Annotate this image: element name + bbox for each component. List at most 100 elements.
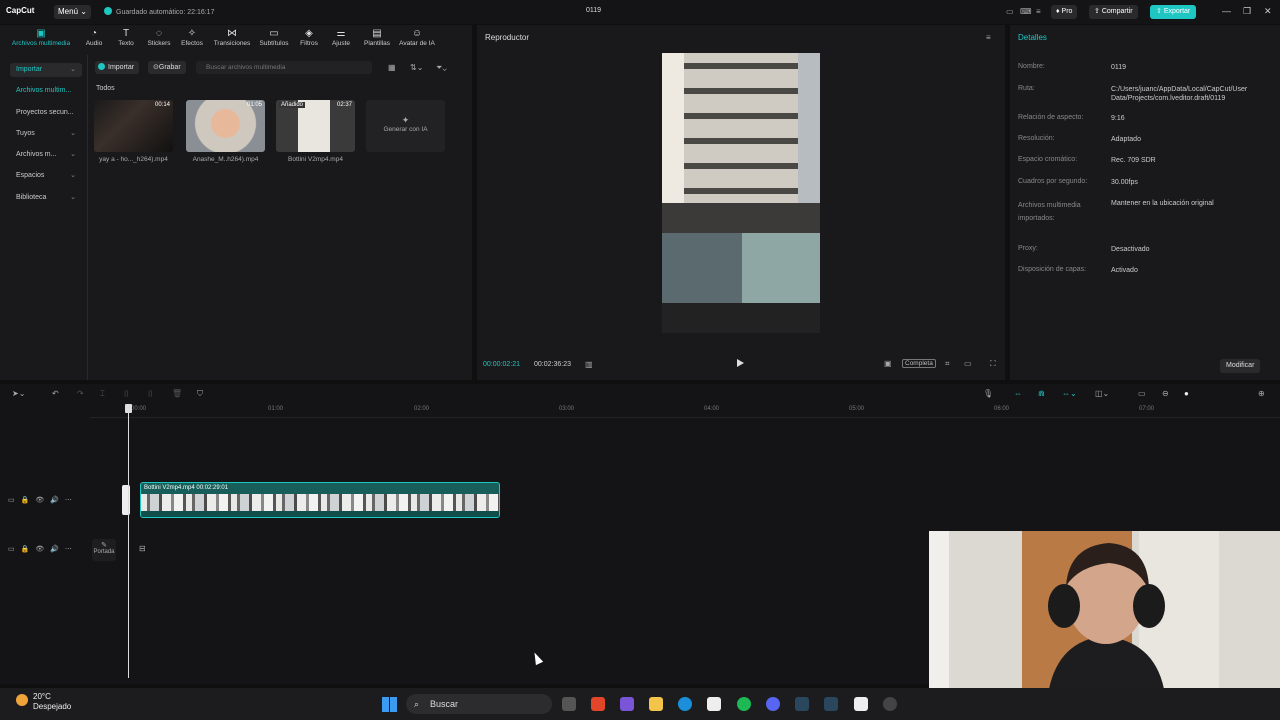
modify-button[interactable]: Modificar — [1220, 359, 1261, 373]
sidebar-item-files[interactable]: Archivos m... ⌄ — [10, 148, 82, 162]
tab-ai-avatar[interactable]: ☺ Avatar de IA — [396, 28, 438, 47]
chevron-down-icon: ⌄ — [70, 151, 76, 158]
quality-icon[interactable]: ▭ — [964, 359, 972, 368]
steam-icon[interactable] — [824, 697, 838, 711]
weather-widget[interactable]: 20°C Despejado — [33, 692, 71, 712]
microphone-icon[interactable]: 🎙 — [983, 389, 993, 398]
tab-media[interactable]: ▣ Archivos multimedia — [8, 28, 74, 47]
spotify-icon[interactable] — [737, 697, 751, 711]
sidebar-item-import[interactable]: Importar ⌄ — [10, 63, 82, 77]
generate-ai-button[interactable]: ✦ Generar con IA — [366, 100, 445, 152]
ruler-tick: 07:00 — [1139, 406, 1155, 412]
tab-subtitles[interactable]: ▭ Subtítulos — [256, 28, 292, 47]
store-icon[interactable] — [707, 697, 721, 711]
filter-icon[interactable]: ⏷⌄ — [436, 63, 447, 73]
cover-button[interactable]: ✎ Portada — [92, 539, 116, 561]
media-thumbnail[interactable]: Añadido 02:37 — [276, 100, 355, 152]
track-controls[interactable]: ▭🔒👁🔊⋯ — [8, 545, 78, 553]
aspect-ratio-button[interactable]: Completa — [902, 359, 936, 368]
sort-icon[interactable]: ⇅⌄ — [410, 63, 423, 72]
sidebar-item-spaces[interactable]: Espacios ⌄ — [10, 169, 82, 183]
steam-icon[interactable] — [795, 697, 809, 711]
task-view-icon[interactable] — [562, 697, 576, 711]
record-button[interactable]: ⊙Grabar — [148, 61, 186, 74]
zoom-fit-icon[interactable]: ⊕ — [1258, 389, 1265, 398]
sidebar-item-label: Proyectos secun... — [16, 109, 74, 116]
layout-icon[interactable]: ▭ — [1006, 7, 1014, 16]
audio-track-icon[interactable]: ⊟ — [139, 544, 146, 553]
ratio-icon[interactable]: ▣ — [884, 359, 892, 368]
copilot-icon[interactable] — [620, 697, 634, 711]
tab-filters[interactable]: ◈ Filtros — [296, 28, 322, 47]
tab-templates[interactable]: ▤ Plantillas — [360, 28, 394, 47]
select-tool-icon[interactable]: ➤⌄ — [12, 389, 25, 398]
fullscreen-icon[interactable]: ⛶ — [990, 359, 996, 369]
split-icon[interactable]: ⌶ — [100, 389, 105, 399]
sidebar-item-yours[interactable]: Tuyos ⌄ — [10, 127, 82, 141]
weather-icon[interactable] — [16, 694, 28, 706]
link-icon[interactable]: ⇔ — [1014, 389, 1022, 398]
magnet-icon[interactable]: ⋒ — [1038, 389, 1045, 398]
play-button[interactable] — [737, 359, 744, 367]
windows-start-icon[interactable] — [382, 697, 397, 712]
restore-icon[interactable]: ❐ — [1243, 6, 1251, 17]
tab-adjust[interactable]: ⚌ Ajuste — [328, 28, 354, 47]
sidebar-item-library[interactable]: Biblioteca ⌄ — [10, 191, 82, 205]
export-button[interactable]: ⇧ Exportar — [1150, 5, 1197, 19]
adjust-icon: ⚌ — [336, 28, 346, 39]
sidebar-item-secondary-projects[interactable]: Proyectos secun... — [10, 106, 82, 120]
tab-audio[interactable]: ◔ Audio — [82, 28, 106, 47]
share-button[interactable]: ⇪ Compartir — [1089, 5, 1138, 19]
edge-icon[interactable] — [678, 697, 692, 711]
playhead[interactable] — [128, 404, 129, 678]
shield-icon[interactable]: ⛉ — [197, 389, 203, 399]
media-thumbnail[interactable]: 00:14 — [94, 100, 173, 152]
tab-effects[interactable]: ✧ Efectos — [177, 28, 207, 47]
chevron-down-icon: ⌄ — [70, 66, 76, 73]
tab-label: Transiciones — [213, 40, 251, 47]
tab-stickers[interactable]: ◌ Stickers — [144, 28, 174, 47]
split-right-icon[interactable]: ⌷ — [148, 389, 153, 399]
video-clip[interactable]: Bottini V2mp4.mp4 00:02:29:01 — [140, 482, 500, 518]
folder-icon[interactable] — [649, 697, 663, 711]
close-icon[interactable]: ✕ — [1264, 6, 1272, 17]
sidebar-item-label: Biblioteca — [16, 194, 47, 201]
pencil-icon: ✎ — [101, 542, 107, 549]
redo-icon[interactable]: ↷ — [77, 389, 84, 398]
tab-transitions[interactable]: ⋈ Transiciones — [210, 28, 254, 47]
snap-icon[interactable]: ⇔⌄ — [1062, 389, 1077, 398]
player-menu-icon[interactable]: ≡ — [986, 33, 991, 42]
media-search-input[interactable] — [196, 61, 372, 74]
obs-icon[interactable] — [883, 697, 897, 711]
grid-view-icon[interactable]: ▦ — [388, 63, 396, 72]
tab-text[interactable]: T Texto — [114, 28, 138, 47]
autosave-status: Guardado automático: 22:16:17 — [104, 7, 214, 16]
ruler-tick: 05:00 — [849, 406, 865, 412]
playhead-handle[interactable] — [125, 404, 132, 413]
menu-button[interactable]: Menú ⌄ — [54, 5, 91, 19]
preview-axis-icon[interactable]: ◫⌄ — [1095, 389, 1109, 398]
zoom-out-icon[interactable]: ⊖ — [1162, 389, 1169, 398]
delete-icon[interactable]: 🗑 — [172, 389, 182, 398]
brave-icon[interactable] — [591, 697, 605, 711]
media-name: Bottini V2mp4.mp4 — [288, 156, 343, 163]
crop-icon[interactable]: ⌗ — [945, 359, 950, 369]
detail-label: Disposición de capas: — [1018, 266, 1087, 273]
media-thumbnail[interactable]: 01:05 — [186, 100, 265, 152]
discord-icon[interactable] — [766, 697, 780, 711]
sidebar-item-media[interactable]: Archivos multim... — [10, 84, 82, 98]
import-button[interactable]: Importar — [95, 61, 140, 74]
caption-icon[interactable]: ▭ — [1138, 389, 1146, 398]
minimize-icon[interactable]: — — [1222, 6, 1231, 16]
undo-icon[interactable]: ↶ — [52, 389, 59, 398]
taskbar-search[interactable]: ⌕ Buscar — [406, 694, 552, 714]
split-left-icon[interactable]: ⌷ — [124, 389, 129, 399]
track-controls[interactable]: ▭🔒👁🔊⋯ — [8, 496, 78, 504]
timeline-marker-icon[interactable]: ▥ — [585, 360, 593, 369]
shortcuts-icon[interactable]: ⌨ — [1020, 7, 1032, 16]
capcut-icon[interactable] — [854, 697, 868, 711]
menu-icon[interactable]: ≡ — [1036, 7, 1041, 16]
current-time: 00:00:02:21 — [483, 361, 520, 368]
zoom-slider-handle[interactable]: ● — [1184, 389, 1189, 398]
pro-button[interactable]: ♦ Pro — [1051, 5, 1078, 19]
